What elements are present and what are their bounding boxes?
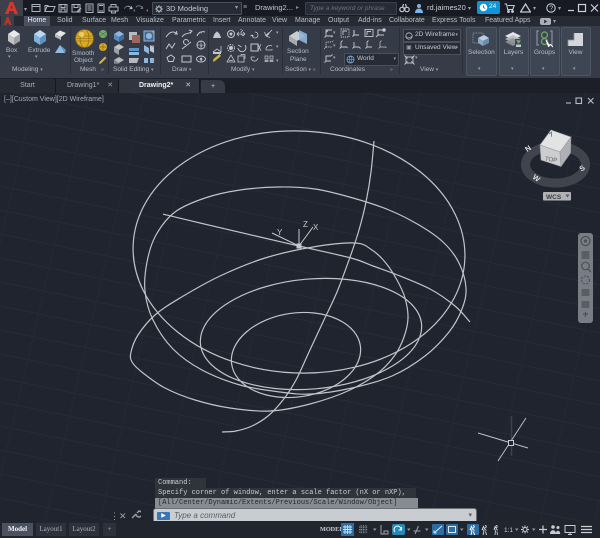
svg-text:1:1: 1:1 [504, 527, 513, 534]
svg-text:Z: Z [303, 220, 308, 229]
svg-text:X: X [313, 223, 319, 232]
svg-text:WCS: WCS [546, 194, 562, 201]
svg-text:?: ? [549, 6, 553, 13]
svg-text:Y: Y [277, 228, 283, 237]
svg-text:TOP: TOP [544, 156, 557, 164]
